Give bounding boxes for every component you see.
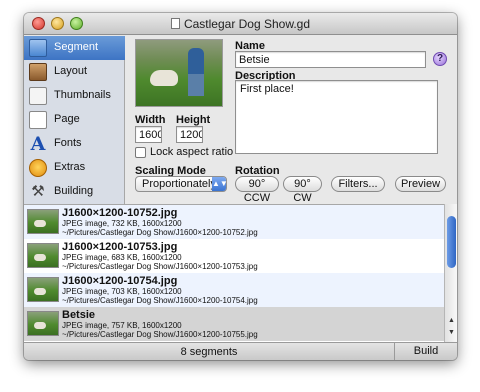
layout-icon (29, 63, 47, 81)
filters-button[interactable]: Filters... (331, 176, 385, 192)
segment-path: ~/Pictures/Castlegar Dog Show/J1600×1200… (62, 296, 258, 305)
list-item[interactable]: J1600×1200-10752.jpg JPEG image, 732 KB,… (24, 205, 444, 239)
list-scrollbar[interactable]: ▲ ▼ (444, 204, 457, 342)
segment-path: ~/Pictures/Castlegar Dog Show/J1600×1200… (62, 228, 258, 237)
building-icon: ⚒ (31, 183, 45, 200)
segment-title: J1600×1200-10753.jpg (62, 241, 178, 253)
segment-list: J1600×1200-10752.jpg JPEG image, 732 KB,… (24, 204, 444, 342)
lock-aspect-label: Lock aspect ratio (150, 146, 234, 158)
list-item[interactable]: J1600×1200-10753.jpg JPEG image, 683 KB,… (24, 239, 444, 273)
sidebar-item-label: Segment (54, 41, 99, 53)
document-icon (170, 18, 180, 29)
sidebar: Segment Layout Thumbnails Page A Fonts E… (24, 36, 125, 204)
segment-thumbnail (27, 277, 59, 302)
segment-title: Betsie (62, 309, 96, 321)
lock-aspect-checkbox[interactable] (135, 147, 146, 158)
sidebar-item-label: Page (54, 113, 80, 125)
list-item[interactable]: J1600×1200-10754.jpg JPEG image, 703 KB,… (24, 273, 444, 307)
app-window: Castlegar Dog Show.gd Segment Layout Thu… (24, 13, 457, 360)
photo-person-legs (188, 74, 204, 96)
sidebar-item-label: Extras (54, 161, 86, 173)
segment-photo (135, 39, 223, 107)
window-title-text: Castlegar Dog Show.gd (183, 17, 311, 31)
width-label: Width (135, 114, 166, 126)
sidebar-item-page[interactable]: Page (24, 108, 125, 132)
sidebar-item-building[interactable]: ⚒ Building (24, 180, 125, 204)
title-bar[interactable]: Castlegar Dog Show.gd (24, 13, 457, 35)
rotate-cw-button[interactable]: 90° CW (283, 176, 322, 204)
description-textarea[interactable]: First place! (235, 80, 438, 154)
list-item[interactable]: Betsie JPEG image, 757 KB, 1600x1200 ~/P… (24, 307, 444, 341)
sidebar-item-segment[interactable]: Segment (24, 36, 125, 60)
extras-icon (29, 159, 47, 177)
scroll-down-arrow-icon[interactable]: ▼ (447, 328, 456, 338)
segment-title: J1600×1200-10754.jpg (62, 275, 178, 287)
sidebar-item-thumbnails[interactable]: Thumbnails (24, 84, 125, 108)
segment-path: ~/Pictures/Castlegar Dog Show/J1600×1200… (62, 262, 258, 271)
name-field[interactable]: Betsie (235, 51, 426, 68)
photo-dog (150, 70, 178, 86)
sidebar-item-label: Fonts (54, 137, 82, 149)
sidebar-item-label: Thumbnails (54, 89, 111, 101)
segment-title: J1600×1200-10752.jpg (62, 207, 178, 219)
height-label: Height (176, 114, 211, 126)
segment-icon (29, 39, 47, 57)
rotate-ccw-button[interactable]: 90° CCW (235, 176, 279, 204)
page-icon (29, 111, 47, 129)
segment-thumbnail (27, 243, 59, 268)
segment-info: JPEG image, 703 KB, 1600x1200 (62, 287, 182, 296)
build-button[interactable]: Build (394, 343, 457, 360)
sidebar-item-layout[interactable]: Layout (24, 60, 125, 84)
height-field[interactable]: 1200 (176, 126, 203, 143)
sidebar-item-label: Building (54, 185, 94, 197)
segment-path: ~/Pictures/Castlegar Dog Show/J1600×1200… (62, 330, 258, 339)
segment-thumbnail (27, 311, 59, 336)
fonts-icon: A (30, 133, 46, 155)
scroll-thumb[interactable] (447, 216, 456, 268)
segment-info: JPEG image, 683 KB, 1600x1200 (62, 253, 182, 262)
segment-count: 8 segments (180, 346, 238, 358)
scaling-mode-value: Proportionately (142, 178, 216, 190)
thumbnails-icon (29, 87, 47, 105)
help-button[interactable]: ? (433, 52, 447, 66)
scaling-mode-select[interactable]: Proportionately ▲▼ (135, 176, 228, 192)
sidebar-item-label: Layout (54, 65, 88, 77)
scroll-up-arrow-icon[interactable]: ▲ (447, 316, 456, 326)
sidebar-item-fonts[interactable]: A Fonts (24, 132, 125, 156)
chevron-updown-icon: ▲▼ (212, 177, 228, 191)
preview-button[interactable]: Preview (395, 176, 446, 192)
segment-info: JPEG image, 757 KB, 1600x1200 (62, 321, 182, 330)
segment-thumbnail (27, 209, 59, 234)
sidebar-item-extras[interactable]: Extras (24, 156, 125, 180)
window-title: Castlegar Dog Show.gd (24, 17, 457, 31)
segment-info: JPEG image, 732 KB, 1600x1200 (62, 219, 182, 228)
status-bar: 8 segments Build (24, 342, 457, 360)
width-field[interactable]: 1600 (135, 126, 162, 143)
